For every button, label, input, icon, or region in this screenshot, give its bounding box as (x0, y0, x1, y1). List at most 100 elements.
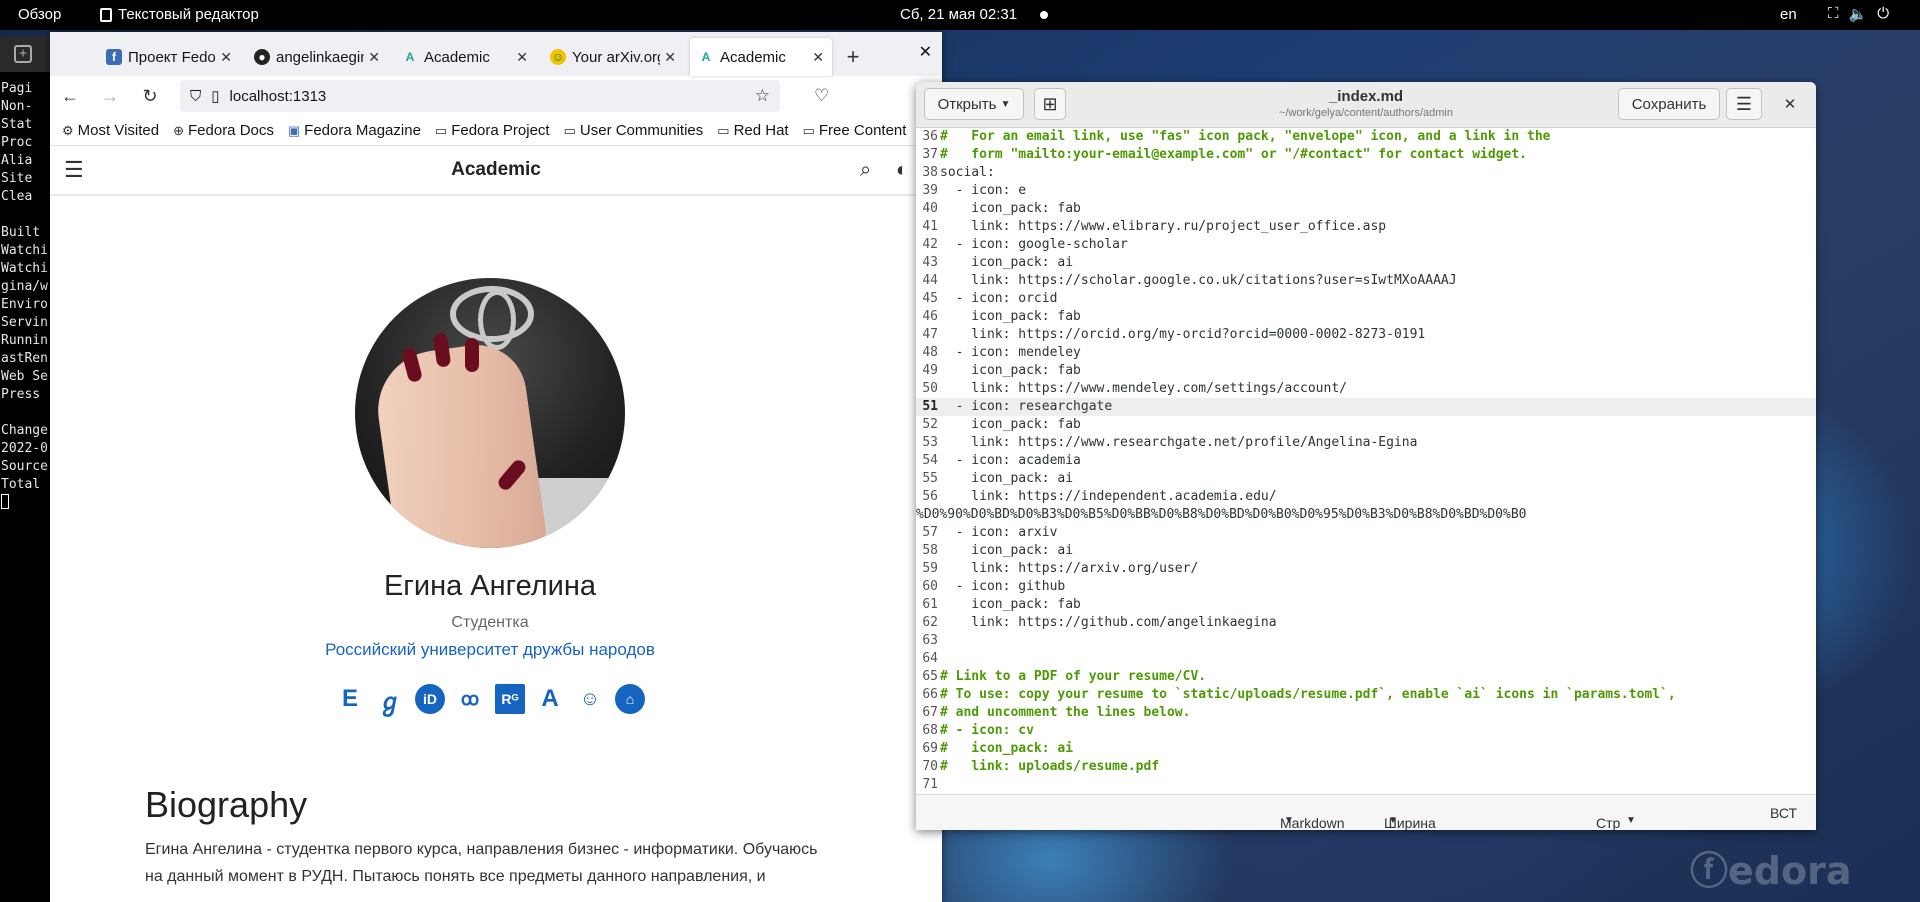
pocket-icon[interactable]: ♡ (814, 86, 829, 106)
forward-icon[interactable]: → (100, 86, 120, 107)
tab-academic[interactable]: A Academic ✕ (394, 38, 536, 76)
code-line[interactable]: 57 - icon: arxiv (916, 524, 1816, 542)
app-menu[interactable]: Текстовый редактор (100, 6, 259, 23)
code-line[interactable]: 54 - icon: academia (916, 452, 1816, 470)
code-line[interactable]: 36 # For an email link, use "fas" icon pa… (916, 128, 1816, 146)
main-menu-button[interactable]: ☰ (1726, 88, 1762, 120)
code-line[interactable]: 42 - icon: google-scholar (916, 236, 1816, 254)
save-button[interactable]: Сохранить (1618, 88, 1720, 120)
elibrary-icon[interactable]: E (335, 684, 365, 714)
reload-icon[interactable]: ↻ (140, 86, 160, 107)
mendeley-icon[interactable]: ꝏ (455, 684, 485, 714)
biography-line: Егина Ангелина - студентка первого курса… (145, 841, 818, 858)
code-line[interactable]: 69 # icon_pack: ai (916, 740, 1816, 758)
close-tab-icon[interactable]: ✕ (220, 49, 232, 66)
code-line[interactable]: 38 social: (916, 164, 1816, 182)
keyboard-layout[interactable]: en (1780, 6, 1797, 23)
close-tab-icon[interactable]: ✕ (664, 49, 676, 66)
code-line[interactable]: 44 link: https://scholar.google.co.uk/ci… (916, 272, 1816, 290)
profile-organization[interactable]: Российский университет дружбы народов (50, 640, 930, 660)
code-line[interactable]: 67 # and uncomment the lines below. (916, 704, 1816, 722)
arxiv-icon[interactable]: ☺ (575, 684, 605, 714)
tab-github[interactable]: ● angelinkaegin ✕ (246, 38, 388, 76)
line-text: icon_pack: fab (940, 417, 1081, 432)
bookmark-label: Fedora Project (451, 122, 550, 139)
researchgate-icon[interactable]: Rᴳ (495, 684, 525, 714)
code-line[interactable]: 48 - icon: mendeley (916, 344, 1816, 362)
orcid-icon[interactable]: iD (415, 684, 445, 714)
new-tab-button[interactable]: + (838, 38, 868, 76)
github-icon[interactable]: ⌂ (615, 684, 645, 714)
code-line[interactable]: 56 link: https://independent.academia.ed… (916, 488, 1816, 506)
code-line[interactable]: 39 - icon: e (916, 182, 1816, 200)
code-line[interactable]: 58 icon_pack: ai (916, 542, 1816, 560)
code-line[interactable]: 53 link: https://www.researchgate.net/pr… (916, 434, 1816, 452)
code-line[interactable]: 43 icon_pack: ai (916, 254, 1816, 272)
code-line[interactable]: 46 icon_pack: fab (916, 308, 1816, 326)
academic-favicon: A (405, 50, 415, 64)
tab-arxiv[interactable]: ☺ Your arXiv.org ✕ (542, 38, 684, 76)
code-line[interactable]: 59 link: https://arxiv.org/user/ (916, 560, 1816, 578)
code-line[interactable]: 49 icon_pack: fab (916, 362, 1816, 380)
bookmark-user-communities[interactable]: ▭ User Communities (564, 122, 704, 139)
bookmark-red-hat[interactable]: ▭ Red Hat (717, 122, 788, 139)
bookmark-star-icon[interactable]: ☆ (755, 86, 770, 106)
code-line[interactable]: 68 # - icon: cv (916, 722, 1816, 740)
activities-button[interactable]: Обзор (18, 6, 61, 23)
code-line[interactable]: 52 icon_pack: fab (916, 416, 1816, 434)
code-line[interactable]: 64 (916, 650, 1816, 668)
tab-fedora[interactable]: f Проект Fedor ✕ (98, 38, 240, 76)
close-window-icon[interactable]: ✕ (919, 42, 932, 62)
site-navbar: ☰ Academic ⌕ ◐ (50, 146, 942, 196)
back-icon[interactable]: ← (60, 86, 80, 107)
url-bar[interactable]: ⛉ ▯ localhost:1313 ☆ (180, 80, 780, 112)
code-line[interactable]: 63 (916, 632, 1816, 650)
url-text[interactable]: localhost:1313 (230, 88, 327, 105)
code-line[interactable]: 62 link: https://github.com/angelinkaegi… (916, 614, 1816, 632)
bookmark-fedora-project[interactable]: ▭ Fedora Project (435, 122, 550, 139)
dark-mode-icon[interactable]: ◐ (896, 159, 908, 182)
code-line[interactable]: 70 # link: uploads/resume.pdf (916, 758, 1816, 776)
code-line[interactable]: 51 - icon: researchgate (916, 398, 1816, 416)
clock[interactable]: Сб, 21 мая 02:31 (900, 6, 1017, 23)
insert-mode-indicator[interactable]: ВСТ (1770, 805, 1797, 821)
close-tab-icon[interactable]: ✕ (516, 49, 528, 66)
code-view[interactable]: 36 # For an email link, use "fas" icon pa… (916, 128, 1816, 794)
code-line[interactable]: 65 # Link to a PDF of your resume/CV. (916, 668, 1816, 686)
search-icon[interactable]: ⌕ (860, 159, 871, 182)
line-text: # For an email link, use "fas" icon pack… (940, 129, 1551, 144)
code-line[interactable]: 47 link: https://orcid.org/my-orcid?orci… (916, 326, 1816, 344)
code-line[interactable]: 41 link: https://www.elibrary.ru/project… (916, 218, 1816, 236)
bookmark-fedora-docs[interactable]: ⊕ Fedora Docs (173, 122, 274, 139)
hamburger-menu-icon[interactable]: ☰ (64, 157, 84, 183)
close-tab-icon[interactable]: ✕ (812, 49, 824, 66)
line-number: 57 (922, 525, 938, 540)
google-scholar-icon[interactable]: ℊ (375, 684, 405, 716)
close-tab-icon[interactable]: ✕ (368, 49, 380, 66)
code-line[interactable]: 37 # form "mailto:your-email@example.com"… (916, 146, 1816, 164)
tab-academic-active[interactable]: A Academic ✕ (690, 38, 832, 76)
bookmark-fedora-magazine[interactable]: ▣ Fedora Magazine (288, 122, 421, 139)
notification-dot-icon (1040, 11, 1048, 19)
code-line[interactable]: %D0%90%D0%BD%D0%B3%D0%B5%D0%BB%D0%B8%D0%… (916, 506, 1816, 524)
code-line[interactable]: 55 icon_pack: ai (916, 470, 1816, 488)
shield-icon[interactable]: ⛉ (190, 88, 201, 105)
code-line[interactable]: 60 - icon: github (916, 578, 1816, 596)
new-tab-icon[interactable]: + (14, 45, 32, 63)
line-number: 70 (922, 759, 938, 774)
code-line[interactable]: 50 link: https://www.mendeley.com/settin… (916, 380, 1816, 398)
close-window-button[interactable]: ✕ (1774, 88, 1806, 120)
site-title[interactable]: Academic (451, 159, 541, 181)
code-line[interactable]: 66 # To use: copy your resume to `static/… (916, 686, 1816, 704)
bookmark-free-content[interactable]: ▭ Free Content (803, 122, 907, 139)
line-text: link: https://arxiv.org/user/ (940, 561, 1199, 576)
line-text: icon_pack: fab (940, 597, 1081, 612)
line-number: 71 (922, 777, 938, 792)
code-line[interactable]: 71 (916, 776, 1816, 794)
bookmark-most-visited[interactable]: ⚙ Most Visited (62, 122, 159, 139)
system-tray[interactable]: ⛶ 🔈 ⏻ (1828, 5, 1889, 23)
code-line[interactable]: 45 - icon: orcid (916, 290, 1816, 308)
academia-icon[interactable]: A (535, 684, 565, 714)
code-line[interactable]: 61 icon_pack: fab (916, 596, 1816, 614)
code-line[interactable]: 40 icon_pack: fab (916, 200, 1816, 218)
